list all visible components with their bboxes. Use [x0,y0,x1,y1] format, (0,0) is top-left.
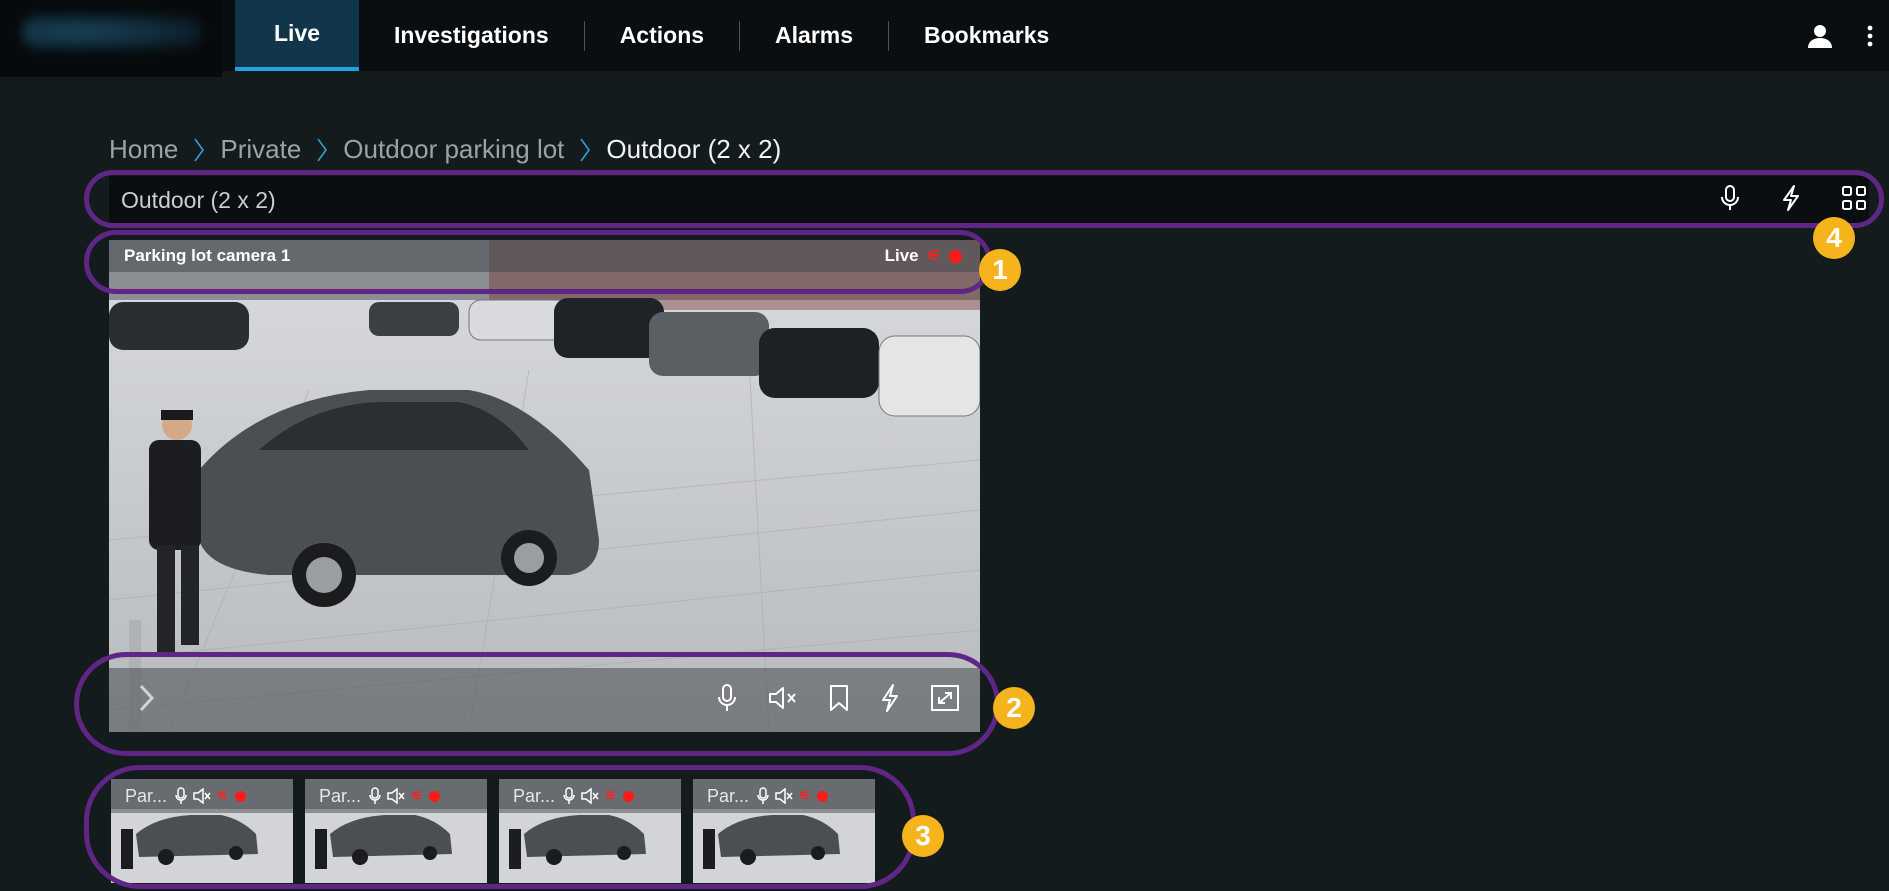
breadcrumb-current-view: Outdoor (2 x 2) [606,134,782,164]
breadcrumb-private[interactable]: Private [220,134,301,165]
breadcrumb-outdoor-parking-lot[interactable]: Outdoor parking lot [343,134,564,165]
main-nav: Live Investigations Actions Alarms Bookm… [235,0,1084,71]
user-icon[interactable] [1807,23,1833,49]
more-vertical-icon[interactable] [1867,25,1873,47]
breadcrumb: Home Private Outdoor parking lot Outdoor… [109,134,781,165]
nav-tab-bookmarks[interactable]: Bookmarks [889,0,1084,71]
callout-badge-1: 1 [979,249,1021,291]
callout-badge-2: 2 [993,687,1035,729]
chevron-right-icon [317,138,328,162]
callout-ring-view-toolbar [84,170,1884,228]
callout-ring-thumbnails [84,765,916,889]
app-logo [0,0,222,77]
breadcrumb-home[interactable]: Home [109,134,178,165]
nav-tab-alarms[interactable]: Alarms [740,0,888,71]
callout-badge-3: 3 [902,815,944,857]
chevron-right-icon [194,138,205,162]
chevron-right-icon [580,138,591,162]
callout-ring-camera-controls [74,652,1000,756]
callout-badge-4: 4 [1813,217,1855,259]
nav-tab-actions[interactable]: Actions [585,0,739,71]
top-navigation-bar: Live Investigations Actions Alarms Bookm… [0,0,1889,77]
callout-ring-camera-header [84,230,992,294]
nav-tab-investigations[interactable]: Investigations [359,0,584,71]
top-right-actions [1807,0,1873,71]
nav-tab-live[interactable]: Live [235,0,360,71]
